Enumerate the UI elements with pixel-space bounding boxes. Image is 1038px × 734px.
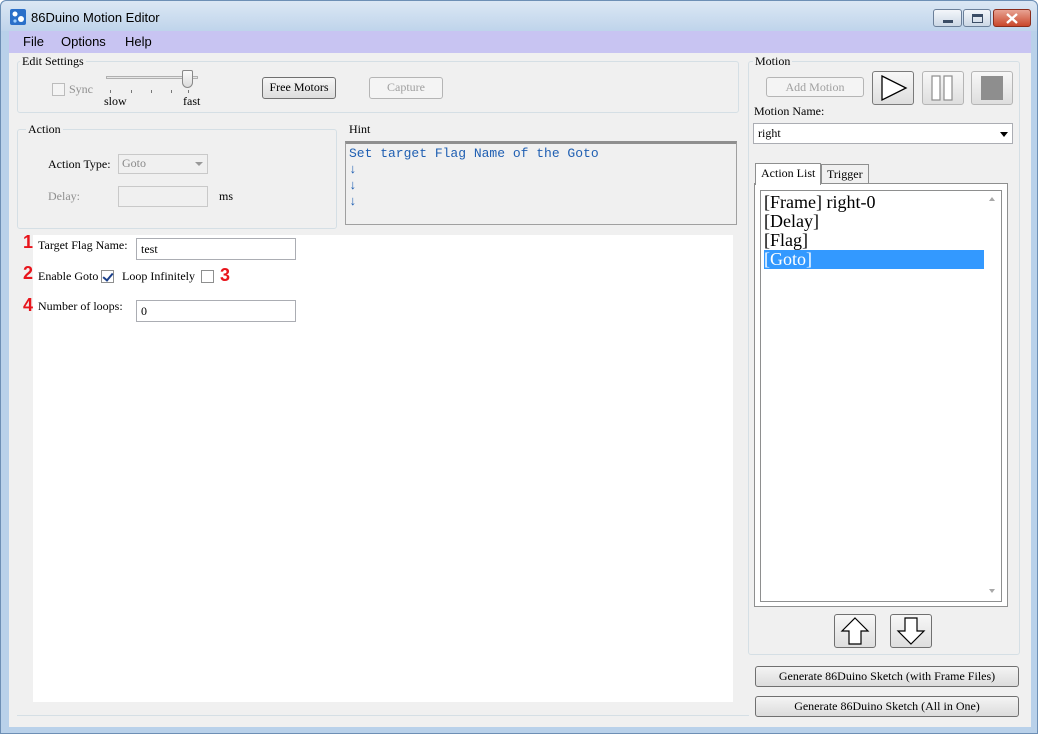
scroll-down-icon[interactable] — [989, 589, 995, 593]
delay-input[interactable] — [118, 186, 208, 207]
target-flag-input[interactable]: test — [136, 238, 296, 260]
hint-label: Hint — [347, 122, 373, 137]
annotation-badge: 4 — [23, 295, 34, 315]
pause-icon — [931, 75, 953, 101]
hint-arrow: ↓ — [349, 178, 357, 193]
slider-fast-label: fast — [183, 94, 201, 108]
slider-tick — [151, 90, 152, 93]
minimize-icon — [942, 19, 953, 23]
divider — [17, 715, 749, 716]
close-icon — [1006, 12, 1018, 24]
menu-bar: File Options Help — [9, 31, 1031, 53]
window-title: 86Duino Motion Editor — [31, 10, 160, 25]
slider-slow-label: slow — [104, 94, 127, 108]
list-item[interactable]: [Frame] right-0 — [764, 193, 986, 212]
loop-infinitely-label: Loop Infinitely — [122, 269, 195, 283]
play-icon — [881, 74, 908, 102]
maximize-button[interactable] — [963, 9, 991, 27]
speed-slider-thumb[interactable] — [182, 70, 193, 88]
move-up-button[interactable] — [834, 614, 876, 648]
hint-arrow: ↓ — [349, 162, 357, 177]
delay-label: Delay: — [48, 189, 80, 203]
action-list-page: [Frame] right-0 [Delay] [Flag] [Goto] — [754, 183, 1008, 607]
stop-button[interactable] — [971, 71, 1013, 105]
motion-name-label: Motion Name: — [754, 104, 825, 118]
sync-label: Sync — [69, 82, 93, 96]
maximize-icon — [971, 13, 983, 23]
slider-tick — [188, 90, 189, 93]
tab-action-list[interactable]: Action List — [755, 163, 822, 185]
menu-options[interactable]: Options — [61, 34, 106, 49]
app-logo-icon — [10, 9, 26, 25]
action-type-value: Goto — [122, 156, 146, 170]
title-bar[interactable]: 86Duino Motion Editor — [1, 1, 1037, 31]
client-area: Edit Settings Sync slow fast Free Motors… — [9, 53, 1031, 727]
number-of-loops-input[interactable]: 0 — [136, 300, 296, 322]
minimize-button[interactable] — [933, 9, 962, 27]
motion-group-label: Motion — [753, 54, 793, 69]
pause-button[interactable] — [922, 71, 964, 105]
annotation-badge: 1 — [23, 232, 34, 252]
number-of-loops-label: Number of loops: — [38, 299, 123, 313]
enable-goto-label: Enable Goto — [38, 269, 99, 283]
target-flag-label: Target Flag Name: — [38, 238, 128, 252]
delay-unit: ms — [219, 189, 234, 203]
slider-tick — [110, 90, 111, 93]
stop-icon — [981, 76, 1003, 100]
play-button[interactable] — [872, 71, 914, 105]
hint-box: Set target Flag Name of the Goto ↓ ↓ ↓ — [345, 141, 737, 225]
capture-button[interactable]: Capture — [369, 77, 443, 99]
menu-help[interactable]: Help — [125, 34, 152, 49]
hint-line: Set target Flag Name of the Goto — [349, 146, 599, 161]
enable-goto-checkbox[interactable] — [101, 270, 114, 283]
free-motors-button[interactable]: Free Motors — [262, 77, 336, 99]
annotation-badge: 3 — [220, 265, 231, 285]
slider-tick — [171, 90, 172, 93]
arrow-up-icon — [840, 617, 870, 645]
scroll-up-icon[interactable] — [989, 197, 995, 201]
action-listbox[interactable]: [Frame] right-0 [Delay] [Flag] [Goto] — [760, 190, 1002, 602]
annotation-badge: 2 — [23, 263, 34, 283]
hint-arrow: ↓ — [349, 194, 357, 209]
list-item[interactable]: [Delay] — [764, 212, 986, 231]
menu-file[interactable]: File — [23, 34, 44, 49]
chevron-down-icon — [195, 162, 203, 166]
close-button[interactable] — [993, 9, 1031, 27]
add-motion-button[interactable]: Add Motion — [766, 77, 864, 97]
generate-all-in-one-button[interactable]: Generate 86Duino Sketch (All in One) — [755, 696, 1019, 717]
edit-settings-label: Edit Settings — [20, 54, 86, 69]
list-scrollbar[interactable] — [984, 191, 1001, 601]
tab-trigger[interactable]: Trigger — [821, 164, 869, 184]
loop-infinitely-checkbox[interactable] — [201, 270, 214, 283]
sync-checkbox[interactable] — [52, 83, 65, 96]
list-item[interactable]: [Flag] — [764, 231, 986, 250]
motion-name-value: right — [758, 126, 781, 140]
arrow-down-icon — [896, 617, 926, 645]
slider-tick — [131, 90, 132, 93]
action-type-select[interactable]: Goto — [118, 154, 208, 174]
chevron-down-icon — [1000, 132, 1008, 137]
edit-settings-group: Edit Settings Sync slow fast Free Motors… — [17, 54, 739, 113]
app-window: 86Duino Motion Editor File Options Help … — [0, 0, 1038, 734]
list-item-selected[interactable]: [Goto] — [764, 250, 986, 269]
move-down-button[interactable] — [890, 614, 932, 648]
action-type-label: Action Type: — [48, 157, 111, 171]
generate-with-frames-button[interactable]: Generate 86Duino Sketch (with Frame File… — [755, 666, 1019, 687]
action-group-label: Action — [26, 122, 63, 137]
action-group: Action Action Type: Goto Delay: ms — [17, 122, 337, 229]
motion-name-combo[interactable]: right — [753, 123, 1013, 144]
